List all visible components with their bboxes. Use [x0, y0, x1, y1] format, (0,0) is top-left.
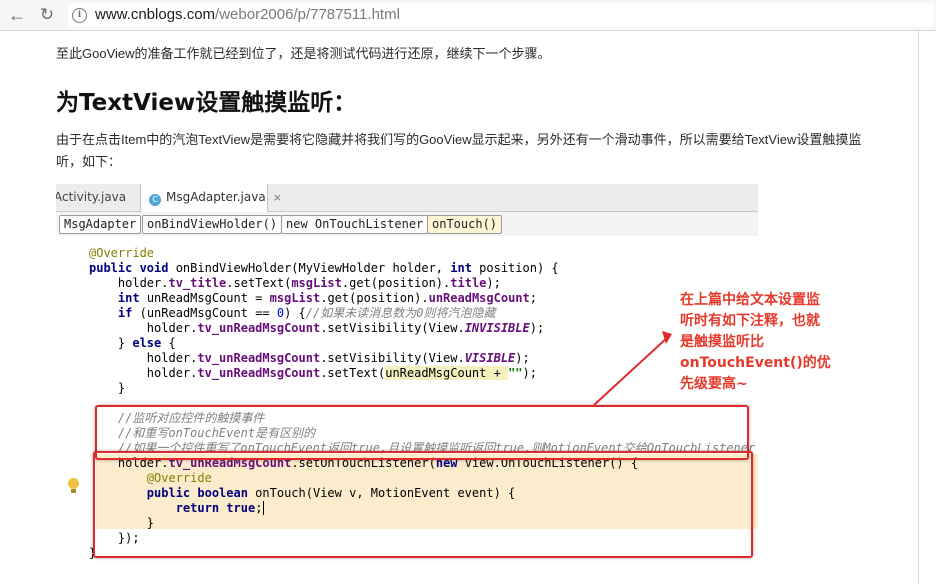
- annotation-line: 先级要高~: [680, 376, 748, 392]
- code-line: int unReadMsgCount = msgList.get(positio…: [117, 291, 537, 305]
- tab-msgadapter-java[interactable]: C MsgAdapter.java ×: [140, 184, 282, 212]
- browser-toolbar: ← ↻ i www.cnblogs.com/webor2006/p/778751…: [0, 0, 936, 31]
- annotation-line: 听时有如下注释，也就: [680, 313, 820, 329]
- reload-icon[interactable]: ↻: [36, 4, 58, 26]
- code-line: }: [89, 381, 126, 395]
- breadcrumb-ontouch[interactable]: onTouch(): [427, 215, 503, 234]
- listener-highlight-box: [93, 451, 753, 558]
- annotation-line: 是触摸监听比: [680, 334, 764, 350]
- annotation-note: 在上篇中给文本设置监 听时有如下注释，也就 是触摸监听比 onTouchEven…: [668, 283, 831, 392]
- close-icon[interactable]: ×: [273, 191, 282, 204]
- code-line: holder.tv_title.setText(msgList.get(posi…: [89, 276, 501, 290]
- editor-tabs: Activity.java C MsgAdapter.java ×: [56, 184, 758, 212]
- tab-activity-java[interactable]: Activity.java: [56, 184, 136, 211]
- tab-label: MsgAdapter.java: [166, 190, 266, 204]
- annotation-line: 在上篇中给文本设置监: [680, 292, 820, 308]
- code-line: holder.tv_unReadMsgCount.setVisibility(V…: [89, 321, 545, 335]
- url-path: /webor2006/p/7787511.html: [215, 6, 400, 23]
- code-line: public void onBindViewHolder(MyViewHolde…: [89, 261, 559, 275]
- article-paragraph-1: 至此GooView的准备工作就已经到位了，还是将测试代码进行还原，继续下一个步骤…: [56, 46, 551, 61]
- code-line: if (unReadMsgCount == 0) {//如果未读消息数为0则将汽…: [117, 306, 496, 320]
- lightbulb-icon[interactable]: [68, 478, 80, 493]
- article-paragraph-2: 由于在点击Item中的汽泡TextView是需要将它隐藏并将我们写的GooVie…: [56, 132, 862, 169]
- page-edge-divider: [918, 31, 919, 584]
- info-icon[interactable]: i: [72, 8, 87, 23]
- breadcrumb-ontouchlistener[interactable]: new OnTouchListener: [281, 215, 429, 234]
- url-host: www.cnblogs.com: [95, 6, 216, 23]
- code-line: holder.tv_unReadMsgCount.setVisibility(V…: [89, 351, 530, 365]
- address-bar[interactable]: i www.cnblogs.com/webor2006/p/7787511.ht…: [68, 3, 934, 27]
- breadcrumb-onbindviewholder[interactable]: onBindViewHolder(): [142, 215, 283, 234]
- breadcrumb: MsgAdapter onBindViewHolder() new OnTouc…: [56, 212, 758, 236]
- back-arrow-icon[interactable]: ←: [6, 4, 28, 26]
- code-line: @Override: [89, 246, 155, 260]
- url-text[interactable]: www.cnblogs.com/webor2006/p/7787511.html: [95, 6, 400, 23]
- class-icon: C: [149, 194, 161, 206]
- breadcrumb-msgadapter[interactable]: MsgAdapter: [59, 215, 142, 234]
- annotation-line: onTouchEvent()的优: [680, 355, 831, 371]
- section-heading: 为TextView设置触摸监听：: [56, 90, 357, 116]
- code-line: } else {: [89, 336, 176, 350]
- code-line: holder.tv_unReadMsgCount.setText(unReadM…: [89, 366, 537, 380]
